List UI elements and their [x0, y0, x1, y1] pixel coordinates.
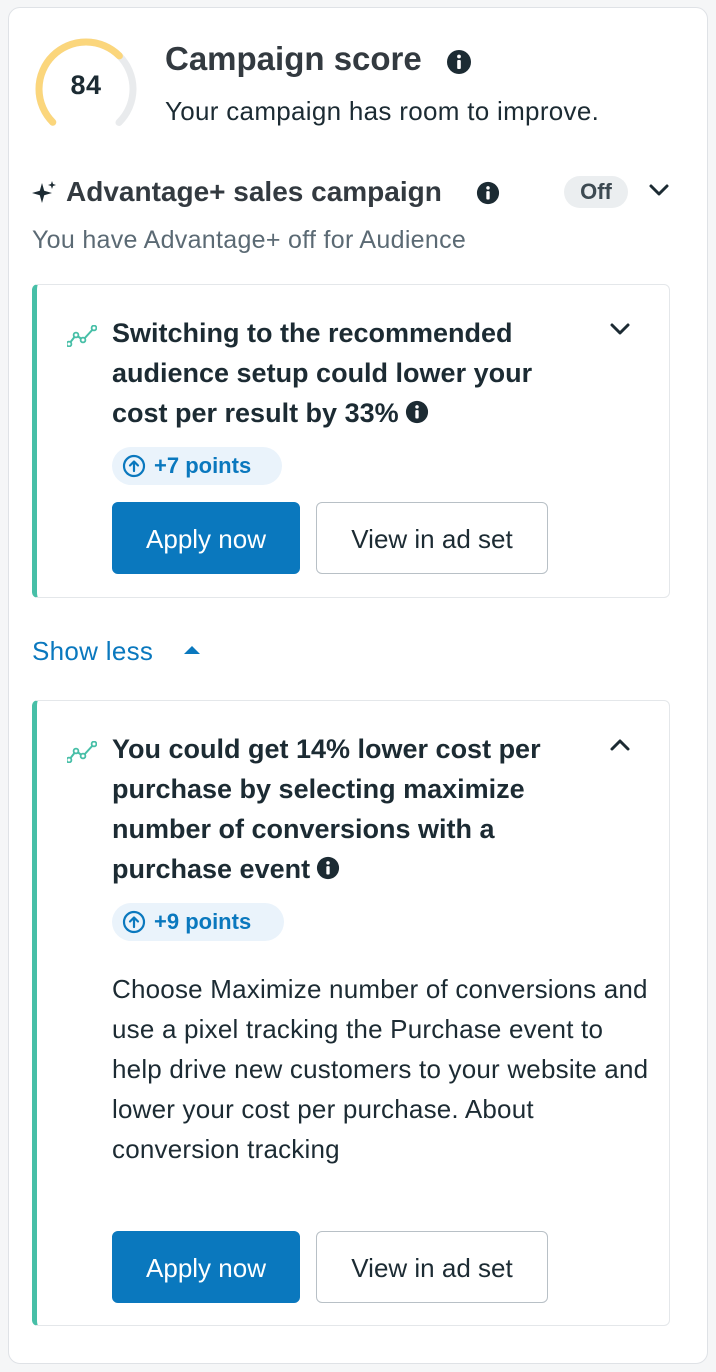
sparkle-icon — [32, 181, 58, 212]
recommendation-title: You could get 14% lower cost per purchas… — [112, 729, 592, 891]
view-in-ad-set-button[interactable]: View in ad set — [316, 1231, 548, 1303]
advantage-title: Advantage+ sales campaign — [66, 176, 442, 207]
campaign-score-label: Campaign score — [165, 40, 422, 77]
arrow-up-circle-icon — [122, 910, 146, 934]
info-icon[interactable] — [405, 395, 429, 435]
points-label: +9 points — [154, 909, 252, 934]
recommendation-title-text: Switching to the recommended audience se… — [112, 318, 533, 428]
campaign-score-subtitle: Your campaign has room to improve. — [165, 96, 600, 126]
info-icon[interactable] — [446, 45, 472, 83]
status-badge: Off — [564, 176, 628, 208]
recommendation-card: You could get 14% lower cost per purchas… — [32, 700, 670, 1326]
points-badge: +7 points — [112, 447, 282, 485]
recommendation-title: Switching to the recommended audience se… — [112, 313, 592, 435]
points-label: +7 points — [154, 453, 252, 478]
score-value: 84 — [70, 70, 102, 100]
chevron-down-icon[interactable] — [648, 182, 670, 203]
points-badge: +9 points — [112, 903, 284, 941]
chevron-down-icon[interactable] — [609, 321, 631, 342]
advantage-row[interactable]: Advantage+ sales campaign Off — [32, 176, 672, 216]
info-icon[interactable] — [316, 851, 340, 891]
recommendation-description: Choose Maximize number of conversions an… — [112, 974, 649, 1164]
chevron-up-icon[interactable] — [609, 737, 631, 758]
apply-now-button[interactable]: Apply now — [112, 1231, 300, 1303]
trend-icon — [65, 324, 98, 352]
recommendation-card: Switching to the recommended audience se… — [32, 284, 670, 598]
caret-up-icon — [184, 646, 200, 654]
show-less-link[interactable]: Show less — [32, 636, 200, 667]
view-in-ad-set-button[interactable]: View in ad set — [316, 502, 548, 574]
campaign-score-title: Campaign score — [165, 40, 471, 78]
arrow-up-circle-icon — [122, 454, 146, 478]
trend-icon — [65, 740, 98, 768]
advantage-subtitle: You have Advantage+ off for Audience — [32, 226, 467, 254]
info-icon[interactable] — [476, 181, 500, 210]
show-less-label: Show less — [32, 636, 154, 666]
apply-now-button[interactable]: Apply now — [112, 502, 300, 574]
